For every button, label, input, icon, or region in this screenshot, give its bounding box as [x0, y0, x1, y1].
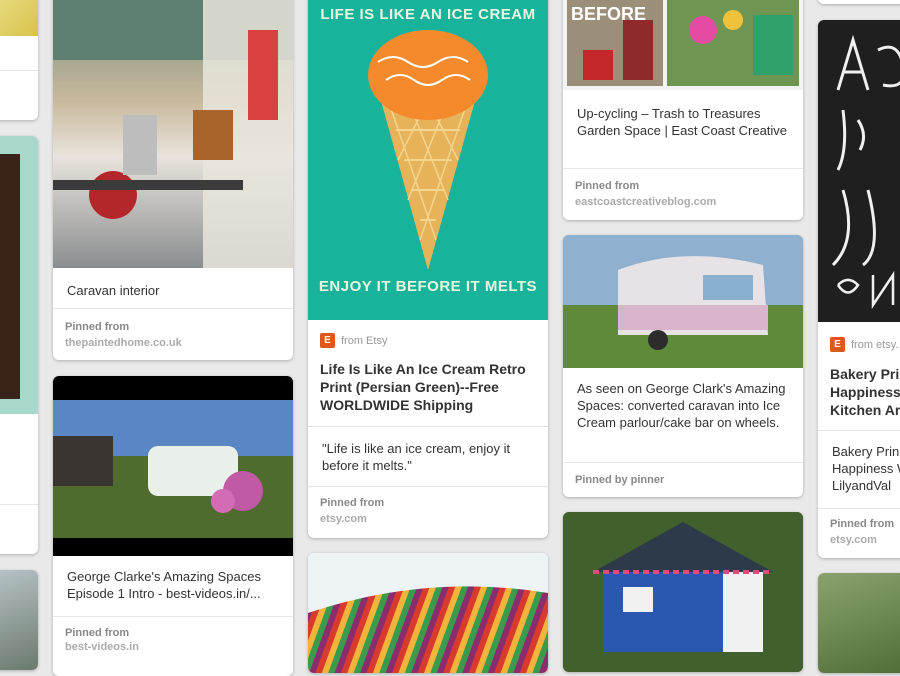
source-row[interactable]: E from etsy. — [830, 337, 898, 352]
divider — [0, 70, 38, 71]
etsy-icon: E — [320, 333, 335, 348]
pinned-source-link[interactable]: best-videos.in — [65, 641, 139, 653]
pin-image — [818, 20, 900, 322]
etsy-icon: E — [830, 337, 845, 352]
pin-card-ice-cream-print[interactable]: LIFE IS LIKE AN ICE CREAM ENJOY IT BEFOR… — [308, 0, 548, 538]
pin-description: Bakery Prin Happiness W LilyandVal — [832, 444, 900, 493]
pin-card-partial-left[interactable] — [0, 136, 38, 554]
pinned-source-link[interactable]: thepaintedhome.co.uk — [65, 337, 182, 349]
pin-card-partial-top-right[interactable] — [818, 0, 900, 4]
shepherd-hut-photo — [563, 512, 803, 672]
caravan-garden-photo — [53, 400, 293, 538]
frame-shape — [0, 154, 20, 399]
before-label: BEFORE — [571, 4, 647, 24]
pin-description: George Clarke's Amazing Spaces Episode 1… — [67, 569, 261, 601]
pin-card-striped-awning[interactable] — [308, 553, 548, 673]
from-source-text: from Etsy — [341, 334, 388, 347]
pin-image — [0, 0, 38, 36]
caravan-photo — [563, 235, 803, 368]
divider — [308, 486, 548, 487]
pin-description: Up-cycling – Trash to Treasures Garden S… — [577, 106, 788, 138]
pin-card-partial-bottom-left[interactable] — [0, 570, 38, 670]
pin-image — [308, 553, 548, 673]
divider — [563, 168, 803, 169]
ice-cream-cone-icon — [368, 30, 488, 270]
pin-card-blue-wagon[interactable] — [563, 512, 803, 672]
pin-card-george-clarke[interactable]: George Clarke's Amazing Spaces Episode 1… — [53, 376, 293, 676]
pin-description: Caravan interior — [67, 283, 160, 298]
pin-image — [818, 573, 900, 673]
divider — [818, 508, 900, 509]
pin-card-ice-cream-caravan[interactable]: As seen on George Clark's Amazing Spaces… — [563, 235, 803, 497]
pin-image — [53, 376, 293, 556]
divider — [53, 308, 293, 309]
pin-image — [0, 570, 38, 670]
pin-card-bakery-print[interactable]: E from etsy. Bakery Pri Happiness Kitche… — [818, 20, 900, 558]
pin-card-partial-bottom-right[interactable] — [818, 573, 900, 673]
pin-image — [53, 0, 293, 268]
from-source-text: from etsy. — [851, 338, 899, 351]
chalkboard-lettering-graphic — [831, 34, 900, 310]
pin-image — [563, 512, 803, 672]
pin-image: BEFORE — [563, 0, 803, 90]
pin-title: Bakery Pri Happiness Kitchen Ar — [830, 366, 900, 418]
divider — [818, 430, 900, 431]
striped-canopy-photo — [308, 586, 548, 673]
pin-image: LIFE IS LIKE AN ICE CREAM ENJOY IT BEFOR… — [308, 0, 548, 320]
pin-image — [0, 136, 38, 414]
pinned-from-label: Pinned from — [320, 497, 385, 509]
pinned-from-label: Pinned from — [65, 627, 130, 639]
kitchen-illustration — [53, 0, 293, 268]
pin-image — [563, 235, 803, 368]
pin-card-upcycling[interactable]: BEFORE Up-cycling – Trash to Treasures G… — [563, 0, 803, 220]
pin-description: "Life is like an ice cream, enjoy it bef… — [322, 441, 511, 473]
pinned-from-label: Pinned from — [65, 321, 130, 333]
source-row[interactable]: E from Etsy — [320, 333, 387, 348]
divider — [0, 504, 38, 505]
pin-card-partial-top-left[interactable] — [0, 0, 38, 120]
divider — [308, 426, 548, 427]
poster-bottom-text: ENJOY IT BEFORE IT MELTS — [318, 278, 538, 295]
pinned-source-link[interactable]: etsy.com — [830, 534, 877, 546]
divider — [563, 462, 803, 463]
divider — [53, 616, 293, 617]
pinned-source-link[interactable]: etsy.com — [320, 513, 367, 525]
pinned-by-label: Pinned by pinner — [575, 474, 665, 486]
pinned-source-link[interactable]: eastcoastcreativeblog.com — [575, 196, 716, 208]
pinned-from-label: Pinned from — [830, 518, 895, 530]
pin-title: Life Is Like An Ice Cream Retro Print (P… — [320, 361, 526, 413]
pinned-from-label: Pinned from — [575, 180, 640, 192]
pin-card-caravan-interior[interactable]: Caravan interior Pinned from thepaintedh… — [53, 0, 293, 360]
pin-description: As seen on George Clark's Amazing Spaces… — [577, 381, 786, 430]
